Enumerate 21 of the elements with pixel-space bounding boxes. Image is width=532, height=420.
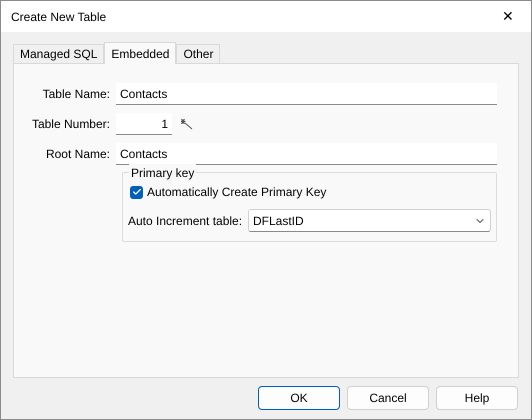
check-icon (132, 187, 142, 197)
window-title: Create New Table (11, 8, 106, 26)
field-label: Root Name: (44, 146, 111, 163)
dialog-button[interactable]: OK (258, 386, 340, 410)
wand-icon (181, 118, 195, 130)
dropdown[interactable]: DFLastID (248, 209, 491, 232)
group-title: Primary key (129, 164, 196, 182)
checkbox[interactable] (130, 186, 143, 198)
dialog-button[interactable]: Cancel (347, 386, 429, 410)
dialog-button[interactable]: Help (436, 386, 518, 410)
text-field[interactable]: Contacts (116, 143, 497, 165)
field-label: Auto Increment table: (128, 212, 244, 230)
field-label: Table Number: (30, 116, 111, 133)
close-button[interactable]: ✕ (485, 1, 531, 32)
field-label: Table Name: (42, 86, 111, 103)
text-field[interactable]: Contacts (116, 83, 497, 105)
tab[interactable]: Managed SQL (13, 44, 104, 63)
tab[interactable]: Embedded (104, 42, 176, 64)
number-field[interactable]: 1 (116, 113, 172, 135)
checkbox-label: Automatically Create Primary Key (147, 184, 326, 201)
tab[interactable]: Other (176, 44, 220, 63)
